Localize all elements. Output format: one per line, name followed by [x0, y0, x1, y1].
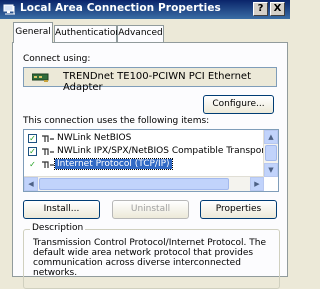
vertical-scrollbar[interactable]: ▲ ▼ — [263, 130, 278, 177]
list-item-label: NWLink NetBIOS — [57, 133, 132, 143]
list-item-label: Internet Protocol (TCP/IP) — [54, 158, 173, 170]
window-title: Local Area Connection Properties — [20, 2, 221, 14]
scroll-up-icon[interactable]: ▲ — [264, 130, 278, 144]
help-button[interactable]: ? — [253, 2, 268, 16]
configure-button[interactable]: Configure... — [203, 95, 274, 114]
close-icon: X — [273, 3, 282, 14]
tab-general[interactable]: General — [13, 22, 53, 43]
connect-using-label: Connect using: — [23, 54, 91, 64]
title-bar: Local Area Connection Properties ? X — [0, 0, 290, 19]
items-label: This connection uses the following items… — [23, 116, 210, 126]
components-list[interactable]: ✓ NWLink NetBIOS ✓ NWLink IPX/SPX/NetBIO… — [23, 129, 279, 192]
list-item-label: NWLink IPX/SPX/NetBIOS Compatible Transp… — [57, 146, 279, 156]
adapter-field: TRENDnet TE100-PCIWN PCI Ethernet Adapte… — [23, 67, 277, 93]
close-button[interactable]: X — [270, 2, 285, 16]
network-connection-icon — [3, 3, 17, 19]
description-text: Transmission Control Protocol/Internet P… — [33, 238, 267, 278]
scroll-right-icon[interactable]: ▶ — [250, 177, 264, 191]
horizontal-scroll-thumb[interactable] — [39, 178, 229, 190]
scroll-down-icon[interactable]: ▼ — [264, 163, 278, 177]
uninstall-button[interactable]: Uninstall — [112, 200, 189, 219]
tab-advanced[interactable]: Advanced — [117, 25, 164, 42]
protocol-icon — [41, 160, 55, 173]
checkbox-checked[interactable]: ✓ — [28, 160, 37, 169]
checkbox-checked[interactable]: ✓ — [28, 147, 37, 156]
horizontal-scrollbar[interactable]: ◀ ▶ — [24, 176, 264, 191]
adapter-name: TRENDnet TE100-PCIWN PCI Ethernet Adapte… — [63, 71, 251, 93]
description-title: Description — [30, 223, 86, 233]
help-icon: ? — [257, 3, 264, 14]
list-item-nwlink-ipx[interactable]: ✓ NWLink IPX/SPX/NetBIOS Compatible Tran… — [26, 146, 278, 159]
checkbox-checked[interactable]: ✓ — [28, 134, 37, 143]
tab-authentication[interactable]: Authentication — [54, 25, 121, 42]
list-item-tcpip[interactable]: ✓ Internet Protocol (TCP/IP) — [26, 158, 262, 173]
vertical-scroll-thumb[interactable] — [265, 145, 277, 161]
scroll-left-icon[interactable]: ◀ — [24, 177, 38, 191]
install-button[interactable]: Install... — [23, 200, 100, 219]
list-item-nwlink-netbios[interactable]: ✓ NWLink NetBIOS — [26, 133, 262, 146]
network-card-icon — [31, 73, 50, 85]
properties-button[interactable]: Properties — [200, 200, 277, 219]
